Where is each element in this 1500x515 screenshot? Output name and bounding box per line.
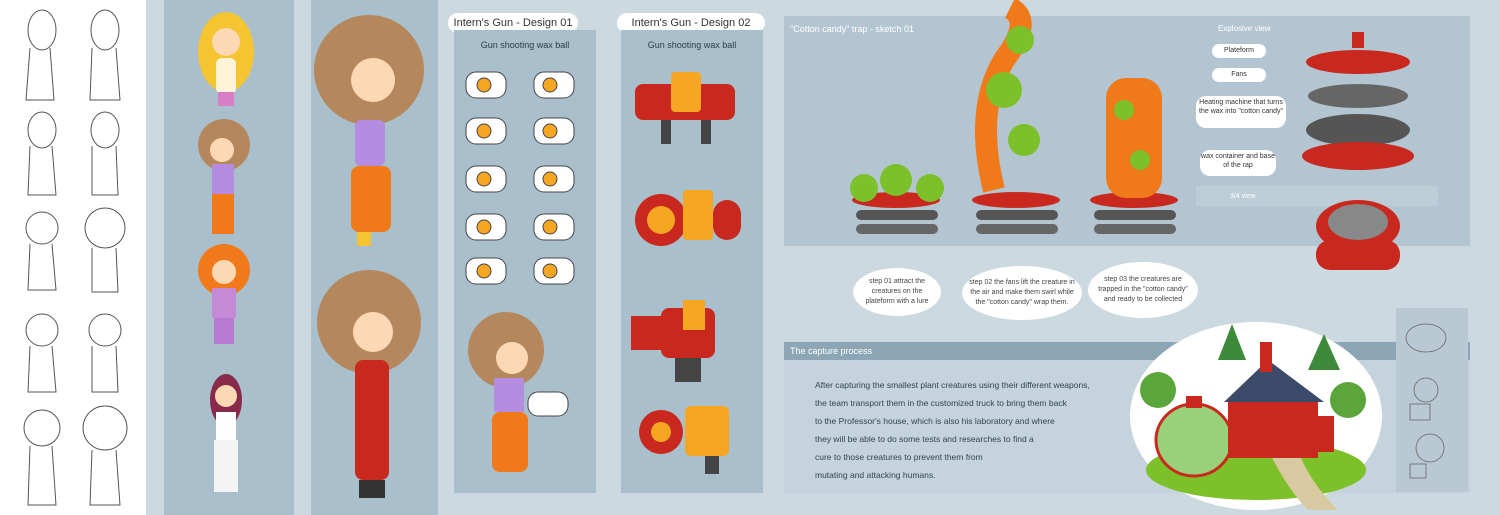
gun-design-01-drawings xyxy=(465,71,575,472)
trap-34-view xyxy=(1316,200,1400,270)
label-fans: Fans xyxy=(1212,68,1266,82)
trap-sequence-illustration xyxy=(850,0,1178,234)
view-34-label: 3/4 view xyxy=(1230,193,1256,200)
label-heating: Heating machine that turns the wax into … xyxy=(1196,96,1286,128)
gun-design-02-subtitle: Gun shooting wax ball xyxy=(647,40,737,50)
trap-stage-1 xyxy=(850,164,944,234)
side-sketch-strip xyxy=(1396,308,1468,492)
red-gun-angle xyxy=(631,300,715,382)
sketch-row-4 xyxy=(25,313,122,393)
variant-redhead xyxy=(198,244,250,344)
variant-afro xyxy=(198,119,250,234)
capture-line: to the Professor's house, which is also … xyxy=(815,416,1055,426)
gun-sketch xyxy=(465,257,575,285)
gun-sketch xyxy=(465,71,575,99)
sketch-row-2 xyxy=(27,111,120,196)
trap-exploded-parts xyxy=(1302,32,1414,270)
capture-title: The capture process xyxy=(790,346,873,356)
variant-brunette xyxy=(210,374,242,492)
capture-line: they will be able to do some tests and r… xyxy=(815,434,1034,444)
sketch-row-5 xyxy=(23,405,128,506)
trap-stage-2 xyxy=(972,0,1060,234)
part-container xyxy=(1302,142,1414,170)
hero-bottom xyxy=(317,270,421,498)
pencil-sketches xyxy=(23,9,128,506)
part-heating xyxy=(1306,114,1410,146)
capture-line: mutating and attacking humans. xyxy=(815,470,936,480)
part-plateform xyxy=(1306,32,1410,74)
gun-sketch xyxy=(465,213,575,241)
red-gun-front xyxy=(635,190,741,246)
sketch-row-3 xyxy=(25,207,126,293)
gun-sketch xyxy=(465,117,575,145)
gun-design-02-drawings xyxy=(631,72,741,474)
step-03-bubble: step 03 the creatures are trapped in the… xyxy=(1088,262,1198,318)
capture-line: cure to those creatures to prevent them … xyxy=(815,452,983,462)
sketch-row-1 xyxy=(25,9,121,101)
capture-description: After capturing the smallest plant creat… xyxy=(815,376,1125,484)
trap-stage-3 xyxy=(1090,78,1178,234)
step-02-bubble: step 02 the fans lift the creature in th… xyxy=(962,266,1082,320)
professor-house-illustration xyxy=(1130,322,1382,510)
label-plateform: Plateform xyxy=(1212,44,1266,58)
side-sketches xyxy=(1405,323,1447,479)
gun-design-01-subtitle: Gun shooting wax ball xyxy=(480,40,570,50)
part-fans xyxy=(1308,84,1408,108)
character-variants xyxy=(198,12,254,492)
pencil-sketch-column xyxy=(0,0,146,515)
step-01-bubble: step 01 attract the creatures on the pla… xyxy=(853,268,941,316)
hero-character xyxy=(314,15,424,498)
intern-with-gun xyxy=(468,312,569,472)
gun-sketch xyxy=(465,165,575,193)
character-variants-column xyxy=(164,0,294,515)
capture-line: After capturing the smallest plant creat… xyxy=(815,380,1090,390)
label-container: wax container and base of the rap xyxy=(1200,150,1276,176)
red-gun-side xyxy=(635,72,735,144)
hero-character-column xyxy=(311,0,438,515)
capture-line: the team transport them in the customize… xyxy=(815,398,1067,408)
explosive-view-title: Explosive view xyxy=(1218,24,1271,33)
variant-blonde xyxy=(198,12,254,106)
red-gun-back xyxy=(639,406,729,474)
hero-top xyxy=(314,15,424,246)
